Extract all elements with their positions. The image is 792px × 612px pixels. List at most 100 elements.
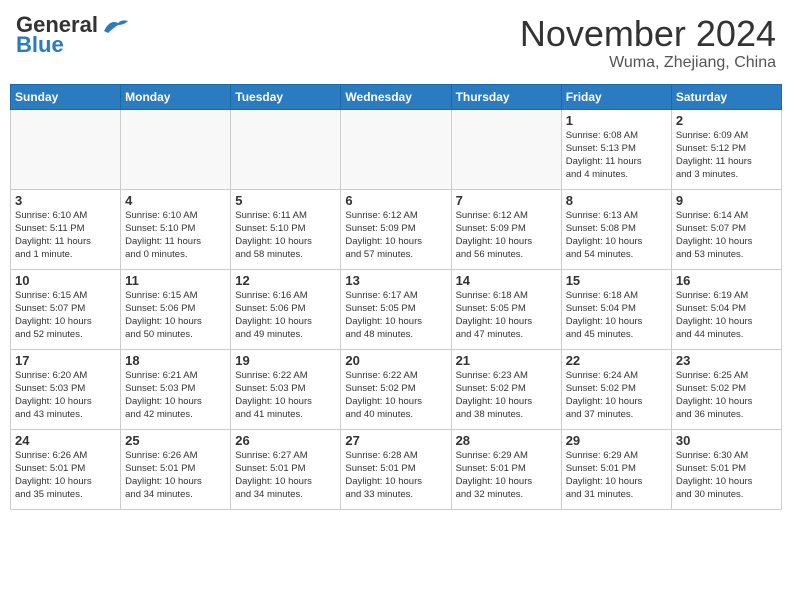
day-info: Sunrise: 6:26 AM Sunset: 5:01 PM Dayligh… bbox=[15, 449, 116, 502]
calendar-cell: 21Sunrise: 6:23 AM Sunset: 5:02 PM Dayli… bbox=[451, 349, 561, 429]
day-info: Sunrise: 6:13 AM Sunset: 5:08 PM Dayligh… bbox=[566, 209, 667, 262]
day-number: 25 bbox=[125, 433, 226, 448]
calendar-cell: 15Sunrise: 6:18 AM Sunset: 5:04 PM Dayli… bbox=[561, 269, 671, 349]
day-info: Sunrise: 6:26 AM Sunset: 5:01 PM Dayligh… bbox=[125, 449, 226, 502]
day-info: Sunrise: 6:10 AM Sunset: 5:11 PM Dayligh… bbox=[15, 209, 116, 262]
day-info: Sunrise: 6:15 AM Sunset: 5:06 PM Dayligh… bbox=[125, 289, 226, 342]
day-number: 22 bbox=[566, 353, 667, 368]
calendar-week-2: 3Sunrise: 6:10 AM Sunset: 5:11 PM Daylig… bbox=[11, 189, 782, 269]
day-info: Sunrise: 6:18 AM Sunset: 5:05 PM Dayligh… bbox=[456, 289, 557, 342]
calendar-cell: 2Sunrise: 6:09 AM Sunset: 5:12 PM Daylig… bbox=[671, 109, 781, 189]
calendar-cell: 1Sunrise: 6:08 AM Sunset: 5:13 PM Daylig… bbox=[561, 109, 671, 189]
calendar-cell bbox=[341, 109, 451, 189]
month-title: November 2024 bbox=[520, 14, 776, 54]
day-number: 6 bbox=[345, 193, 446, 208]
calendar-cell: 18Sunrise: 6:21 AM Sunset: 5:03 PM Dayli… bbox=[121, 349, 231, 429]
day-number: 8 bbox=[566, 193, 667, 208]
day-info: Sunrise: 6:27 AM Sunset: 5:01 PM Dayligh… bbox=[235, 449, 336, 502]
calendar-cell: 8Sunrise: 6:13 AM Sunset: 5:08 PM Daylig… bbox=[561, 189, 671, 269]
day-info: Sunrise: 6:17 AM Sunset: 5:05 PM Dayligh… bbox=[345, 289, 446, 342]
calendar-cell: 5Sunrise: 6:11 AM Sunset: 5:10 PM Daylig… bbox=[231, 189, 341, 269]
title-area: November 2024 Wuma, Zhejiang, China bbox=[520, 14, 776, 72]
calendar-cell: 20Sunrise: 6:22 AM Sunset: 5:02 PM Dayli… bbox=[341, 349, 451, 429]
day-number: 20 bbox=[345, 353, 446, 368]
calendar-week-3: 10Sunrise: 6:15 AM Sunset: 5:07 PM Dayli… bbox=[11, 269, 782, 349]
calendar-header-row: SundayMondayTuesdayWednesdayThursdayFrid… bbox=[11, 84, 782, 109]
calendar-cell: 17Sunrise: 6:20 AM Sunset: 5:03 PM Dayli… bbox=[11, 349, 121, 429]
calendar-cell: 23Sunrise: 6:25 AM Sunset: 5:02 PM Dayli… bbox=[671, 349, 781, 429]
day-number: 19 bbox=[235, 353, 336, 368]
day-info: Sunrise: 6:24 AM Sunset: 5:02 PM Dayligh… bbox=[566, 369, 667, 422]
day-number: 24 bbox=[15, 433, 116, 448]
day-number: 18 bbox=[125, 353, 226, 368]
calendar-cell: 27Sunrise: 6:28 AM Sunset: 5:01 PM Dayli… bbox=[341, 429, 451, 509]
day-number: 4 bbox=[125, 193, 226, 208]
calendar-cell: 29Sunrise: 6:29 AM Sunset: 5:01 PM Dayli… bbox=[561, 429, 671, 509]
calendar-cell: 22Sunrise: 6:24 AM Sunset: 5:02 PM Dayli… bbox=[561, 349, 671, 429]
calendar-cell: 7Sunrise: 6:12 AM Sunset: 5:09 PM Daylig… bbox=[451, 189, 561, 269]
day-number: 2 bbox=[676, 113, 777, 128]
calendar-cell: 30Sunrise: 6:30 AM Sunset: 5:01 PM Dayli… bbox=[671, 429, 781, 509]
day-info: Sunrise: 6:25 AM Sunset: 5:02 PM Dayligh… bbox=[676, 369, 777, 422]
calendar-cell: 3Sunrise: 6:10 AM Sunset: 5:11 PM Daylig… bbox=[11, 189, 121, 269]
day-number: 30 bbox=[676, 433, 777, 448]
day-info: Sunrise: 6:10 AM Sunset: 5:10 PM Dayligh… bbox=[125, 209, 226, 262]
calendar-cell: 25Sunrise: 6:26 AM Sunset: 5:01 PM Dayli… bbox=[121, 429, 231, 509]
day-info: Sunrise: 6:15 AM Sunset: 5:07 PM Dayligh… bbox=[15, 289, 116, 342]
day-number: 13 bbox=[345, 273, 446, 288]
calendar-cell bbox=[231, 109, 341, 189]
day-number: 15 bbox=[566, 273, 667, 288]
day-info: Sunrise: 6:22 AM Sunset: 5:03 PM Dayligh… bbox=[235, 369, 336, 422]
calendar-cell: 28Sunrise: 6:29 AM Sunset: 5:01 PM Dayli… bbox=[451, 429, 561, 509]
day-number: 14 bbox=[456, 273, 557, 288]
calendar-week-5: 24Sunrise: 6:26 AM Sunset: 5:01 PM Dayli… bbox=[11, 429, 782, 509]
day-info: Sunrise: 6:14 AM Sunset: 5:07 PM Dayligh… bbox=[676, 209, 777, 262]
weekday-header-wednesday: Wednesday bbox=[341, 84, 451, 109]
calendar-week-1: 1Sunrise: 6:08 AM Sunset: 5:13 PM Daylig… bbox=[11, 109, 782, 189]
weekday-header-monday: Monday bbox=[121, 84, 231, 109]
day-info: Sunrise: 6:11 AM Sunset: 5:10 PM Dayligh… bbox=[235, 209, 336, 262]
calendar-cell: 13Sunrise: 6:17 AM Sunset: 5:05 PM Dayli… bbox=[341, 269, 451, 349]
day-number: 23 bbox=[676, 353, 777, 368]
page-header: General Blue November 2024 Wuma, Zhejian… bbox=[10, 10, 782, 76]
day-info: Sunrise: 6:22 AM Sunset: 5:02 PM Dayligh… bbox=[345, 369, 446, 422]
calendar-cell: 11Sunrise: 6:15 AM Sunset: 5:06 PM Dayli… bbox=[121, 269, 231, 349]
calendar-cell: 26Sunrise: 6:27 AM Sunset: 5:01 PM Dayli… bbox=[231, 429, 341, 509]
day-info: Sunrise: 6:23 AM Sunset: 5:02 PM Dayligh… bbox=[456, 369, 557, 422]
day-info: Sunrise: 6:18 AM Sunset: 5:04 PM Dayligh… bbox=[566, 289, 667, 342]
day-info: Sunrise: 6:28 AM Sunset: 5:01 PM Dayligh… bbox=[345, 449, 446, 502]
day-info: Sunrise: 6:20 AM Sunset: 5:03 PM Dayligh… bbox=[15, 369, 116, 422]
calendar-cell: 24Sunrise: 6:26 AM Sunset: 5:01 PM Dayli… bbox=[11, 429, 121, 509]
weekday-header-thursday: Thursday bbox=[451, 84, 561, 109]
day-number: 17 bbox=[15, 353, 116, 368]
day-info: Sunrise: 6:12 AM Sunset: 5:09 PM Dayligh… bbox=[345, 209, 446, 262]
calendar-cell: 9Sunrise: 6:14 AM Sunset: 5:07 PM Daylig… bbox=[671, 189, 781, 269]
weekday-header-sunday: Sunday bbox=[11, 84, 121, 109]
weekday-header-tuesday: Tuesday bbox=[231, 84, 341, 109]
calendar-week-4: 17Sunrise: 6:20 AM Sunset: 5:03 PM Dayli… bbox=[11, 349, 782, 429]
day-number: 28 bbox=[456, 433, 557, 448]
day-info: Sunrise: 6:12 AM Sunset: 5:09 PM Dayligh… bbox=[456, 209, 557, 262]
day-info: Sunrise: 6:16 AM Sunset: 5:06 PM Dayligh… bbox=[235, 289, 336, 342]
calendar-cell bbox=[451, 109, 561, 189]
day-number: 29 bbox=[566, 433, 667, 448]
calendar-cell: 12Sunrise: 6:16 AM Sunset: 5:06 PM Dayli… bbox=[231, 269, 341, 349]
calendar-cell: 16Sunrise: 6:19 AM Sunset: 5:04 PM Dayli… bbox=[671, 269, 781, 349]
calendar-cell: 6Sunrise: 6:12 AM Sunset: 5:09 PM Daylig… bbox=[341, 189, 451, 269]
day-info: Sunrise: 6:21 AM Sunset: 5:03 PM Dayligh… bbox=[125, 369, 226, 422]
logo-blue: Blue bbox=[16, 32, 64, 58]
day-number: 11 bbox=[125, 273, 226, 288]
day-number: 16 bbox=[676, 273, 777, 288]
location: Wuma, Zhejiang, China bbox=[520, 54, 776, 72]
day-number: 7 bbox=[456, 193, 557, 208]
day-info: Sunrise: 6:08 AM Sunset: 5:13 PM Dayligh… bbox=[566, 129, 667, 182]
weekday-header-friday: Friday bbox=[561, 84, 671, 109]
day-number: 26 bbox=[235, 433, 336, 448]
calendar-table: SundayMondayTuesdayWednesdayThursdayFrid… bbox=[10, 84, 782, 510]
day-number: 5 bbox=[235, 193, 336, 208]
day-info: Sunrise: 6:29 AM Sunset: 5:01 PM Dayligh… bbox=[456, 449, 557, 502]
calendar-cell: 19Sunrise: 6:22 AM Sunset: 5:03 PM Dayli… bbox=[231, 349, 341, 429]
day-number: 27 bbox=[345, 433, 446, 448]
calendar-cell: 14Sunrise: 6:18 AM Sunset: 5:05 PM Dayli… bbox=[451, 269, 561, 349]
day-info: Sunrise: 6:29 AM Sunset: 5:01 PM Dayligh… bbox=[566, 449, 667, 502]
